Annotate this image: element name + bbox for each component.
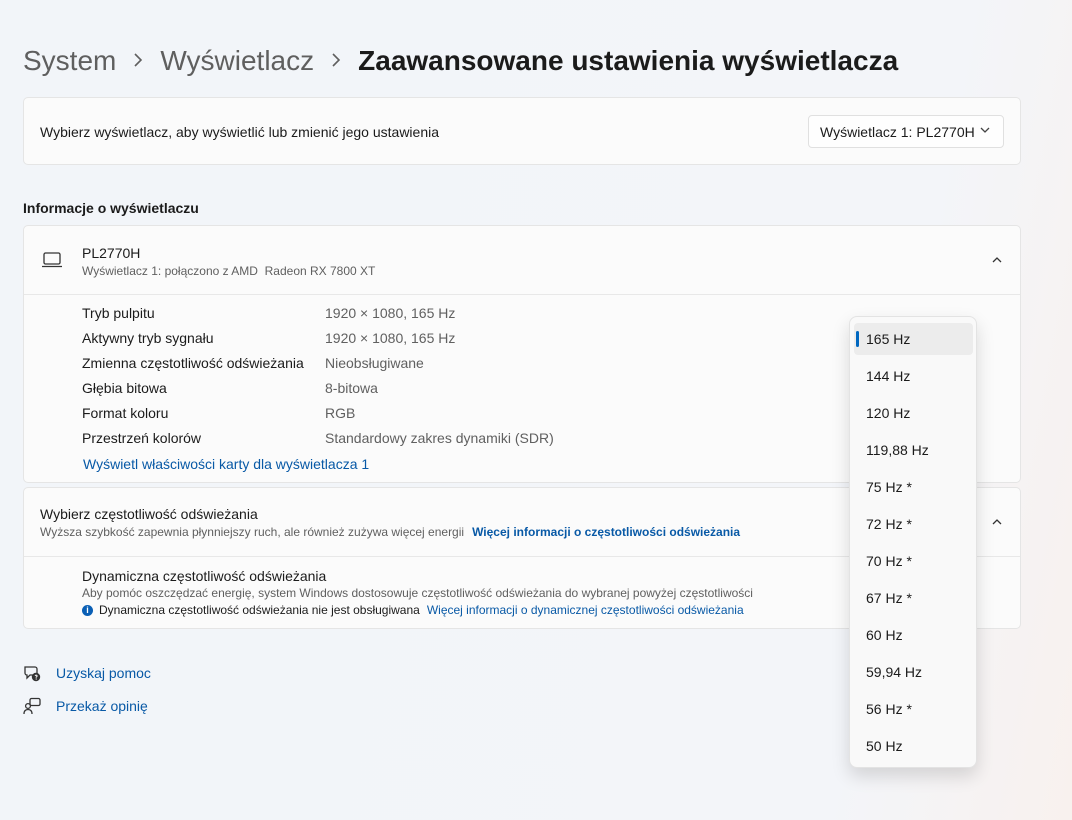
refresh-option-119-88[interactable]: 119,88 Hz [854, 434, 973, 466]
property-key: Zmienna częstotliwość odświeżania [82, 355, 304, 371]
breadcrumb-display[interactable]: Wyświetlacz [160, 45, 314, 77]
info-icon: i [82, 604, 93, 616]
refresh-rate-description: Wyższa szybkość zapewnia płynniejszy ruc… [40, 525, 740, 539]
property-row: Format koloru RGB [82, 405, 554, 430]
help-icon [24, 666, 41, 682]
refresh-option-label: 50 Hz [866, 738, 903, 754]
refresh-option-50[interactable]: 50 Hz [854, 730, 973, 762]
refresh-option-56[interactable]: 56 Hz * [854, 693, 973, 725]
breadcrumb-system[interactable]: System [23, 45, 116, 77]
refresh-option-label: 75 Hz * [866, 479, 912, 495]
get-help-link[interactable]: Uzyskaj pomoc [23, 664, 151, 682]
chevron-up-icon[interactable] [991, 516, 1003, 528]
refresh-option-label: 144 Hz [866, 368, 911, 384]
refresh-option-label: 60 Hz [866, 627, 903, 643]
monitor-icon [42, 252, 62, 268]
refresh-option-120[interactable]: 120 Hz [854, 397, 973, 429]
refresh-option-59-94[interactable]: 59,94 Hz [854, 656, 973, 688]
refresh-rate-menu: 165 Hz 144 Hz 120 Hz 119,88 Hz 75 Hz * 7… [849, 316, 977, 768]
section-title-display-info: Informacje o wyświetlaczu [23, 200, 199, 216]
display-dropdown-value: Wyświetlacz 1: PL2770H [820, 123, 975, 140]
display-info-header[interactable]: PL2770H Wyświetlacz 1: połączono z AMD R… [24, 226, 1020, 295]
property-row: Aktywny tryb sygnału 1920 × 1080, 165 Hz [82, 330, 554, 355]
property-key: Tryb pulpitu [82, 305, 155, 321]
property-row: Zmienna częstotliwość odświeżania Nieobsł… [82, 355, 554, 380]
property-row: Przestrzeń kolorów Standardowy zakres dyn… [82, 430, 554, 455]
refresh-option-label: 72 Hz * [866, 516, 912, 532]
property-value: RGB [325, 405, 356, 421]
property-value: 1920 × 1080, 165 Hz [325, 305, 456, 321]
chevron-down-icon [980, 127, 990, 133]
selection-indicator [856, 331, 859, 347]
give-feedback-link[interactable]: Przekaż opinię [23, 697, 148, 715]
property-value: 8-bitowa [325, 380, 378, 396]
breadcrumb: System Wyświetlacz Zaawansowane ustawien… [23, 40, 898, 82]
property-key: Głębia bitowa [82, 380, 167, 396]
chevron-right-icon [116, 50, 160, 73]
refresh-option-label: 59,94 Hz [866, 664, 923, 680]
property-value: Nieobsługiwane [325, 355, 424, 371]
refresh-option-165[interactable]: 165 Hz [854, 323, 973, 355]
property-value: Standardowy zakres dynamiki (SDR) [325, 430, 554, 446]
property-key: Format koloru [82, 405, 169, 421]
chevron-up-icon[interactable] [991, 254, 1003, 266]
property-row: Tryb pulpitu 1920 × 1080, 165 Hz [82, 305, 554, 330]
display-dropdown[interactable]: Wyświetlacz 1: PL2770H [808, 115, 1004, 148]
refresh-option-75[interactable]: 75 Hz * [854, 471, 973, 503]
display-select-card: Wybierz wyświetlacz, aby wyświetlić lub … [23, 97, 1021, 165]
dynamic-refresh-description: Aby pomóc oszczędzać energię, system Win… [82, 586, 753, 600]
property-value: 1920 × 1080, 165 Hz [325, 330, 456, 346]
property-key: Aktywny tryb sygnału [82, 330, 214, 346]
refresh-option-label: 120 Hz [866, 405, 911, 421]
page-title: Zaawansowane ustawienia wyświetlacza [358, 45, 899, 76]
give-feedback-label: Przekaż opinię [56, 698, 148, 714]
dynamic-refresh-title: Dynamiczna częstotliwość odświeżania [82, 568, 327, 584]
property-key: Przestrzeń kolorów [82, 430, 202, 446]
display-select-label: Wybierz wyświetlacz, aby wyświetlić lub … [40, 124, 440, 140]
get-help-label: Uzyskaj pomoc [56, 665, 151, 681]
adapter-properties-link[interactable]: Wyświetl właściwości karty dla wyświetla… [83, 456, 369, 472]
refresh-rate-title: Wybierz częstotliwość odświeżania [40, 506, 258, 522]
dynamic-refresh-more-link[interactable]: Więcej informacji o dynamicznej częstotl… [427, 603, 744, 617]
refresh-option-label: 70 Hz * [866, 553, 912, 569]
dynamic-refresh-unsupported: Dynamiczna częstotliwość odświeżania nie… [99, 603, 420, 617]
refresh-rate-subtitle: Wyższa szybkość zapewnia płynniejszy ruc… [40, 525, 465, 539]
refresh-option-144[interactable]: 144 Hz [854, 360, 973, 392]
feedback-icon [23, 697, 41, 715]
refresh-option-70[interactable]: 70 Hz * [854, 545, 973, 577]
dynamic-refresh-status: i Dynamiczna częstotliwość odświeżania n… [82, 603, 744, 617]
display-name: PL2770H [82, 245, 141, 261]
refresh-option-72[interactable]: 72 Hz * [854, 508, 973, 540]
display-connection: Wyświetlacz 1: połączono z AMD Radeon RX… [82, 264, 376, 278]
refresh-option-label: 56 Hz * [866, 701, 912, 717]
display-properties: Tryb pulpitu 1920 × 1080, 165 Hz Aktywny … [82, 305, 554, 455]
refresh-option-67[interactable]: 67 Hz * [854, 582, 973, 614]
refresh-option-label: 67 Hz * [866, 590, 912, 606]
property-row: Głębia bitowa 8-bitowa [82, 380, 554, 405]
chevron-right-icon [314, 50, 358, 73]
refresh-option-label: 165 Hz [866, 331, 911, 347]
refresh-option-60[interactable]: 60 Hz [854, 619, 973, 651]
refresh-option-label: 119,88 Hz [866, 442, 929, 458]
refresh-rate-more-link[interactable]: Więcej informacji o częstotliwości odświ… [472, 525, 740, 539]
